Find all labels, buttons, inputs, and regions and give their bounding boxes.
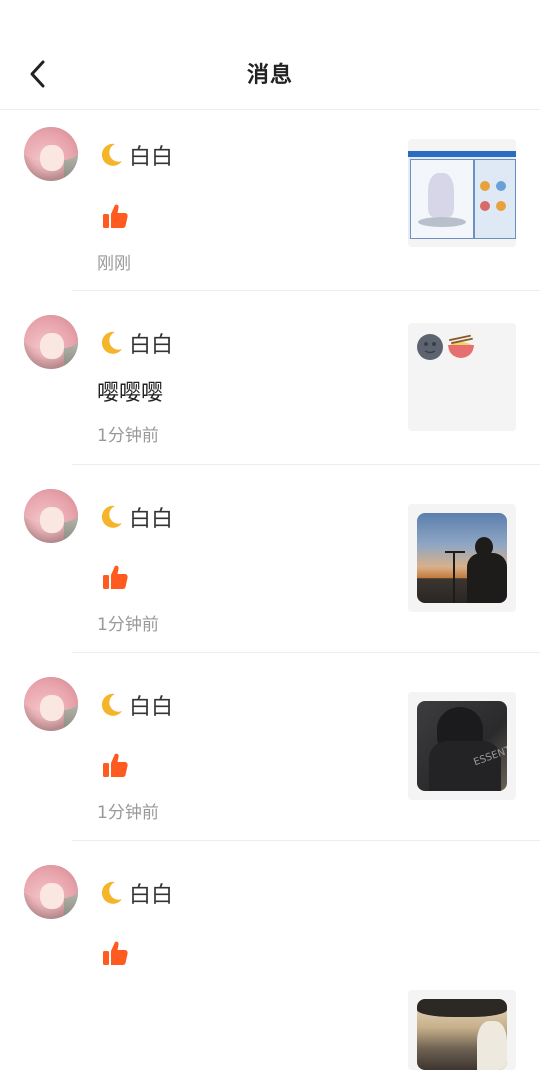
avatar[interactable] [24,127,78,181]
timestamp: 1分钟前 [97,426,159,446]
user-name: 白白 [129,695,174,720]
user-name-row[interactable]: 白白 [97,139,173,171]
user-name: 白白 [129,145,174,170]
thumbs-up-icon [103,204,128,228]
crescent-moon-icon [101,505,122,528]
noodle-bowl-icon [448,334,474,358]
list-item[interactable]: 白白 1分钟前 [0,465,540,653]
crescent-moon-icon [101,693,122,716]
user-name: 白白 [129,883,174,908]
user-name-row[interactable]: 白白 [97,877,173,909]
user-name-row[interactable]: 白白 [97,689,173,721]
timestamp: 刚刚 [97,254,131,274]
post-thumbnail[interactable] [408,504,516,612]
post-thumbnail[interactable] [408,990,516,1070]
sunset-photo [417,513,507,603]
thumbs-up-icon [103,753,128,777]
timestamp: 1分钟前 [97,615,159,635]
hoodie-photo: ESSENT [417,701,507,791]
emoji-preview [416,333,476,361]
avatar[interactable] [24,865,78,919]
user-name-row[interactable]: 白白 [97,501,173,533]
timestamp: 1分钟前 [97,803,159,823]
crescent-moon-icon [101,881,122,904]
page-title: 消息 [246,63,293,88]
user-name: 白白 [129,333,174,358]
user-name: 白白 [129,507,174,532]
post-thumbnail[interactable] [408,139,516,247]
list-item[interactable]: 白白 刚刚 [0,110,540,291]
thumbs-up-icon [103,941,128,965]
list-item[interactable]: 白白 1分钟前 ESSENT [0,653,540,841]
comment-text: 嘤嘤嘤 [97,381,164,406]
crescent-moon-icon [101,143,122,166]
avatar[interactable] [24,315,78,369]
user-name-row[interactable]: 白白 [97,327,173,359]
crescent-moon-icon [101,331,122,354]
top-bar: 消息 [0,0,540,110]
avatar[interactable] [24,677,78,731]
car-window-photo [417,999,507,1070]
new-moon-face-icon [417,334,443,360]
list-item[interactable]: 白白 [0,841,540,1070]
list-item[interactable]: 白白 嘤嘤嘤 1分钟前 [0,291,540,465]
post-thumbnail[interactable]: ESSENT [408,692,516,800]
post-thumbnail[interactable] [408,323,516,431]
thumbs-up-icon [103,565,128,589]
avatar[interactable] [24,489,78,543]
